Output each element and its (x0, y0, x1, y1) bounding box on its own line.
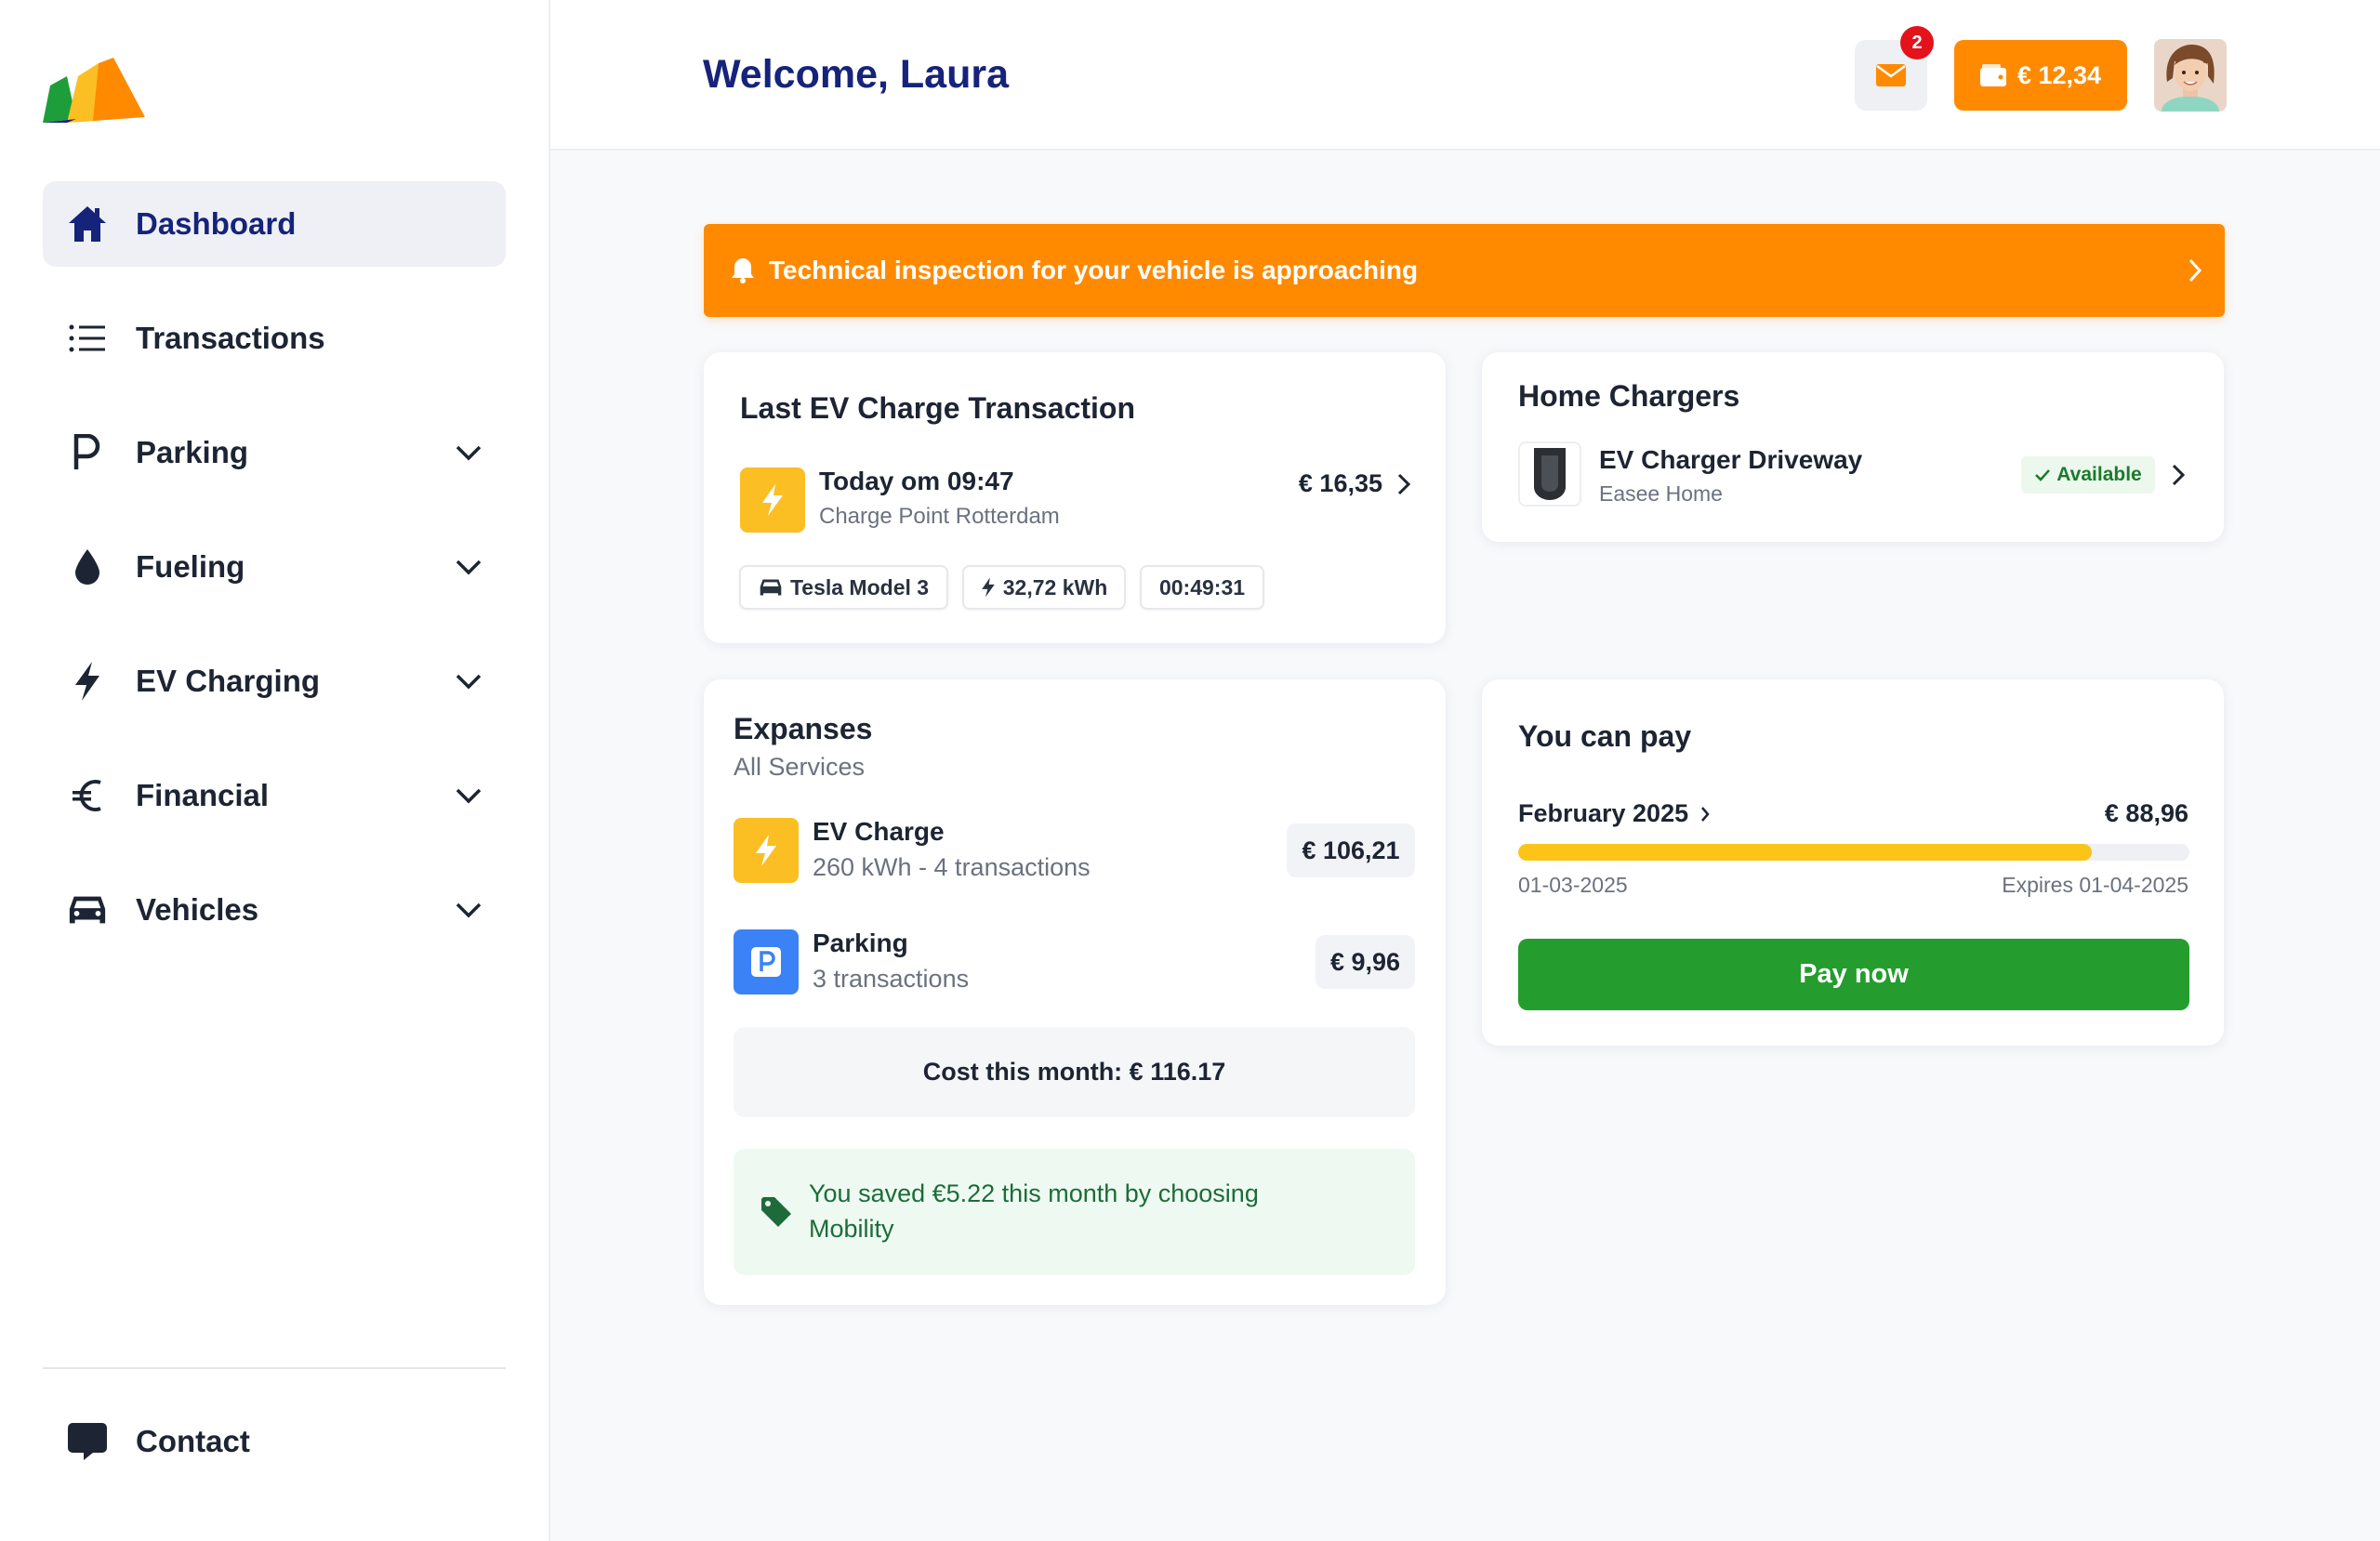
bolt-icon (734, 818, 799, 883)
energy-pill: 32,72 kWh (962, 565, 1126, 610)
home-chargers-card: Home Chargers EV Charger Driveway Easee … (1482, 352, 2224, 542)
chat-icon (67, 1421, 108, 1462)
period-start-date: 01-03-2025 (1518, 873, 1628, 897)
billing-period[interactable]: February 2025 (1518, 799, 1711, 828)
billing-period-label: February 2025 (1518, 799, 1689, 827)
expense-amount: € 106,21 (1287, 823, 1415, 877)
card-subtitle: All Services (734, 753, 866, 781)
sidebar-item-label: Dashboard (136, 206, 297, 241)
chevron-down-icon[interactable] (454, 895, 483, 925)
period-progress-bar (1518, 844, 2189, 861)
sidebar-item-vehicles[interactable]: Vehicles (43, 867, 506, 953)
sidebar-item-dashboard[interactable]: Dashboard (43, 181, 506, 267)
wallet-icon (1979, 64, 2006, 86)
banner-text: Technical inspection for your vehicle is… (769, 256, 1419, 284)
expense-name: EV Charge (813, 817, 945, 846)
sidebar-item-fueling[interactable]: Fueling (43, 524, 506, 610)
top-header: Welcome, Laura 2 € 12,34 (550, 0, 2380, 151)
chevron-right-icon (1699, 805, 1711, 823)
bolt-icon (67, 661, 108, 702)
card-title: You can pay (1518, 719, 1692, 753)
sidebar-divider (43, 1367, 506, 1369)
bolt-icon (740, 468, 805, 533)
mail-icon (1876, 64, 1906, 86)
bell-icon (730, 257, 756, 284)
duration-pill: 00:49:31 (1140, 565, 1264, 610)
sidebar-item-parking[interactable]: Parking (43, 410, 506, 495)
sidebar-item-label: Fueling (136, 549, 245, 584)
sidebar-item-ev-charging[interactable]: EV Charging (43, 639, 506, 724)
sidebar-item-transactions[interactable]: Transactions (43, 296, 506, 381)
expenses-card: Expanses All Services EV Charge 260 kWh … (704, 679, 1446, 1305)
euro-icon (67, 775, 108, 816)
parking-icon (67, 432, 108, 473)
pay-card: You can pay February 2025 € 88,96 01-03-… (1482, 679, 2224, 1046)
chevron-right-icon[interactable] (2170, 462, 2187, 488)
expense-name: Parking (813, 929, 908, 957)
card-title: Expanses (734, 712, 873, 745)
monthly-cost-summary: Cost this month: € 116.17 (734, 1027, 1415, 1117)
tag-icon (760, 1195, 793, 1229)
notification-badge: 2 (1900, 26, 1934, 59)
chevron-right-icon[interactable] (1395, 471, 1412, 497)
sidebar-item-label: EV Charging (136, 664, 321, 698)
sidebar-item-financial[interactable]: Financial (43, 753, 506, 838)
bolt-icon (981, 576, 996, 599)
charger-name: EV Charger Driveway (1599, 445, 1863, 474)
car-icon (67, 889, 108, 930)
sidebar-item-label: Vehicles (136, 892, 259, 927)
pay-amount: € 88,96 (2104, 799, 2188, 827)
status-badge: Available (2021, 456, 2155, 494)
vehicle-name: Tesla Model 3 (789, 574, 930, 599)
inspection-alert-banner[interactable]: Technical inspection for your vehicle is… (704, 224, 2225, 317)
wallet-balance: € 12,34 (2016, 60, 2102, 89)
page-title: Welcome, Laura (703, 52, 1009, 97)
charger-thumbnail (1518, 441, 1581, 507)
chevron-down-icon[interactable] (454, 552, 483, 582)
sidebar: Dashboard Transactions Parking Fueling E… (0, 0, 550, 1541)
energy-value: 32,72 kWh (1002, 574, 1108, 599)
home-icon (67, 204, 108, 244)
charge-amount: € 16,35 (1298, 469, 1382, 497)
savings-callout: You saved €5.22 this month by choosing M… (734, 1149, 1415, 1275)
period-expiry-date: Expires 01-04-2025 (2002, 873, 2188, 897)
status-label: Available (2056, 464, 2142, 485)
sidebar-item-label: Contact (136, 1424, 250, 1458)
drop-icon (67, 547, 108, 587)
vehicle-pill: Tesla Model 3 (739, 565, 948, 610)
charger-model: Easee Home (1599, 481, 1723, 506)
list-icon (67, 318, 108, 359)
check-icon (2034, 468, 2051, 482)
brand-logo[interactable] (41, 56, 147, 125)
expense-amount: € 9,96 (1316, 935, 1415, 989)
chevron-down-icon[interactable] (454, 666, 483, 696)
sidebar-item-label: Transactions (136, 321, 325, 355)
chevron-right-icon (2186, 257, 2204, 283)
avatar[interactable] (2154, 39, 2227, 112)
car-icon (759, 577, 783, 598)
card-title: Home Chargers (1518, 379, 1740, 413)
chevron-down-icon[interactable] (454, 438, 483, 468)
expense-detail: 3 transactions (813, 965, 970, 993)
progress-fill (1518, 844, 2093, 861)
expense-detail: 260 kWh - 4 transactions (813, 853, 1091, 881)
parking-icon (734, 929, 799, 994)
charge-date: Today om 09:47 (819, 467, 1014, 495)
sidebar-item-label: Parking (136, 435, 249, 469)
sidebar-item-contact[interactable]: Contact (43, 1399, 506, 1484)
last-charge-card: Last EV Charge Transaction Today om 09:4… (704, 352, 1446, 643)
pay-now-button[interactable]: Pay now (1518, 939, 2189, 1010)
sidebar-item-label: Financial (136, 778, 270, 812)
wallet-balance-button[interactable]: € 12,34 (1954, 40, 2127, 111)
card-title: Last EV Charge Transaction (740, 391, 1136, 425)
duration-value: 00:49:31 (1158, 574, 1246, 599)
savings-text: You saved €5.22 this month by choosing M… (809, 1179, 1259, 1243)
chevron-down-icon[interactable] (454, 781, 483, 810)
charge-location: Charge Point Rotterdam (819, 504, 1060, 529)
